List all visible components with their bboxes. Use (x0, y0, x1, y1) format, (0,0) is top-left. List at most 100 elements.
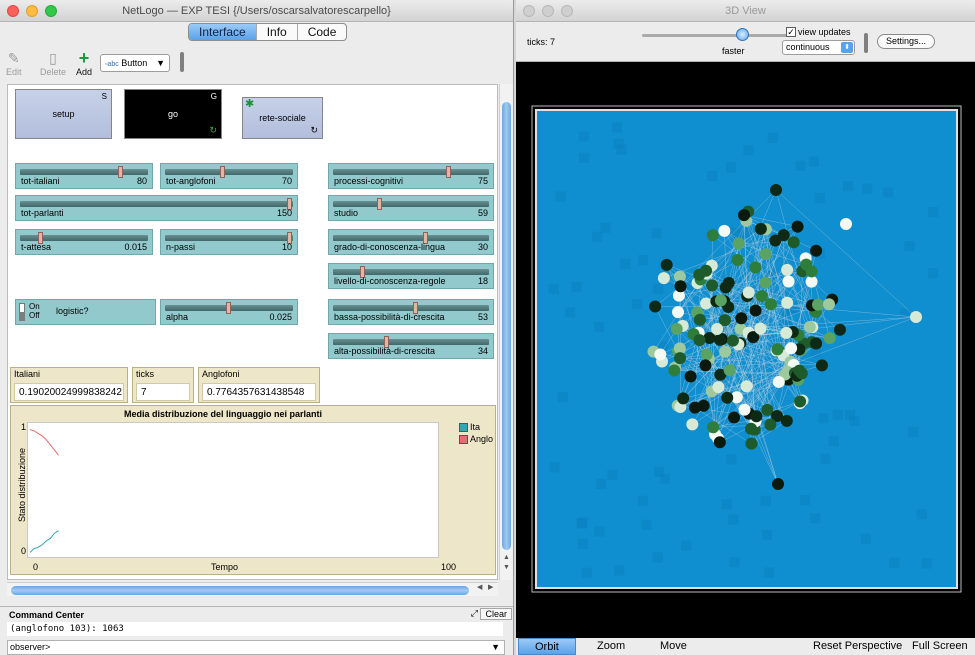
switch-knob[interactable] (19, 312, 25, 321)
turtle (812, 298, 825, 311)
monitor-label: Italiani (14, 369, 41, 379)
reset-perspective-button[interactable]: Reset Perspective (813, 640, 902, 652)
turtle (713, 436, 726, 449)
turtle (668, 364, 681, 377)
view-bottom-bar: Orbit Zoom Move Reset Perspective Full S… (516, 638, 975, 655)
slider-n-passi[interactable]: n-passi 10 (160, 229, 298, 255)
scroll-down-icon[interactable]: ▼ (500, 564, 513, 571)
slider-alpha[interactable]: alpha 0.025 (160, 299, 298, 325)
world-3d-view[interactable] (516, 62, 975, 636)
horizontal-scroll-thumb[interactable] (11, 586, 469, 595)
plot-svg (29, 429, 59, 553)
slider-processi-cognitivi[interactable]: processi-cognitivi 75 (328, 163, 494, 189)
canvas-horizontal-scrollbar[interactable]: ◀ ▶ (7, 582, 498, 596)
patch (883, 187, 894, 198)
turtle (735, 312, 748, 325)
settings-button[interactable]: Settings... (877, 34, 936, 49)
slider-handle[interactable] (226, 302, 231, 314)
full-screen-button[interactable]: Full Screen (912, 640, 968, 652)
add-label: Add (76, 67, 93, 77)
monitor-label: ticks (136, 369, 154, 379)
slider-alta-possibilita-di-crescita[interactable]: alta-possibilità-di-crescita 34 (328, 333, 494, 359)
slider-name: bassa-possibilità-di-crescita (334, 312, 445, 322)
view-updates-checkbox[interactable]: ✓ (786, 27, 796, 37)
turtle (910, 311, 922, 323)
turtle (780, 326, 793, 339)
patch (611, 122, 622, 133)
turtle (706, 279, 719, 292)
go-key: G (210, 92, 217, 101)
clear-button[interactable]: Clear (480, 608, 512, 620)
patch (818, 413, 829, 424)
slider-studio[interactable]: studio 59 (328, 195, 494, 221)
slider-handle[interactable] (219, 166, 225, 178)
slider-handle[interactable] (117, 166, 123, 178)
speed-slider-track[interactable] (642, 34, 788, 37)
expand-icon[interactable]: ⤢ (471, 608, 478, 619)
slider-tot-parlanti[interactable]: tot-parlanti 150 (15, 195, 298, 221)
turtle (749, 261, 762, 274)
edit-button[interactable]: ✎ Edit (6, 50, 22, 77)
add-button[interactable]: + Add (76, 49, 93, 77)
tab-interface[interactable]: Interface (189, 24, 257, 40)
scroll-left-icon[interactable]: ◀ (477, 583, 482, 591)
slider-value: 150 (276, 208, 292, 218)
toolbar-separator (180, 52, 184, 72)
slider-track (165, 169, 293, 175)
patch (594, 526, 605, 537)
slider-value: 59 (477, 208, 488, 218)
scroll-up-icon[interactable]: ▲ (500, 554, 513, 561)
slider-bassa-possibilita-di-crescita[interactable]: bassa-possibilità-di-crescita 53 (328, 299, 494, 325)
turtle (759, 248, 772, 261)
zoom-button[interactable]: Zoom (597, 640, 625, 652)
turtle (805, 265, 818, 278)
monitor-anglofoni: Anglofoni 0.7764357631438548 (198, 367, 320, 403)
turtle (833, 323, 846, 336)
turtle (755, 290, 768, 303)
turtle (769, 234, 782, 247)
patch (652, 552, 663, 563)
slider-value: 18 (477, 276, 488, 286)
slider-value: 10 (281, 242, 292, 252)
edit-label: Edit (6, 67, 22, 77)
tab-info[interactable]: Info (257, 24, 298, 40)
patch (681, 540, 692, 551)
rete-sociale-button[interactable]: ✱ rete-sociale ↻ (242, 97, 323, 139)
slider-t-attesa[interactable]: t-attesa 0.015 (15, 229, 153, 255)
patch (641, 519, 652, 530)
delete-button[interactable]: ▯ Delete (40, 50, 66, 77)
command-input[interactable]: observer> ▼ (7, 640, 505, 655)
move-button[interactable]: Move (660, 640, 687, 652)
patch (613, 138, 624, 149)
chevron-down-icon[interactable]: ▼ (491, 641, 500, 654)
observer-prompt[interactable]: observer> (10, 642, 50, 652)
scroll-right-icon[interactable]: ▶ (488, 583, 493, 591)
slider-name: grado-di-conoscenza-lingua (334, 242, 446, 252)
update-mode-select[interactable]: continuous ⬍ (782, 40, 855, 55)
slider-handle[interactable] (445, 166, 451, 178)
slider-handle[interactable] (376, 198, 382, 210)
turtle (745, 422, 758, 435)
slider-grado-di-conoscenza-lingua[interactable]: grado-di-conoscenza-lingua 30 (328, 229, 494, 255)
slider-value: 53 (477, 312, 488, 322)
monitor-label: Anglofoni (202, 369, 240, 379)
turtle (781, 296, 794, 309)
vertical-scroll-thumb[interactable] (502, 102, 511, 550)
slider-tot-italiani[interactable]: tot-italiani 80 (15, 163, 153, 189)
tab-code[interactable]: Code (298, 24, 347, 40)
go-button[interactable]: G go ↻ (124, 89, 222, 139)
switch-logistic[interactable]: On Off logistic? (15, 299, 156, 325)
turtle (791, 220, 804, 233)
patch (592, 231, 603, 242)
speed-slider-handle[interactable] (736, 28, 749, 41)
star-icon: ✱ (245, 98, 255, 110)
patch (726, 454, 737, 465)
patch (637, 495, 648, 506)
slider-livello-di-conoscenza-regole[interactable]: livello-di-conoscenza-regole 18 (328, 263, 494, 289)
widget-type-select[interactable]: ▫abc Button ▼ (100, 54, 170, 72)
legend-label: Ita (470, 422, 481, 432)
slider-tot-anglofoni[interactable]: tot-anglofoni 70 (160, 163, 298, 189)
orbit-button[interactable]: Orbit (518, 638, 576, 655)
setup-button[interactable]: S setup (15, 89, 112, 139)
canvas-vertical-scrollbar[interactable]: ▲ ▼ (499, 84, 513, 580)
